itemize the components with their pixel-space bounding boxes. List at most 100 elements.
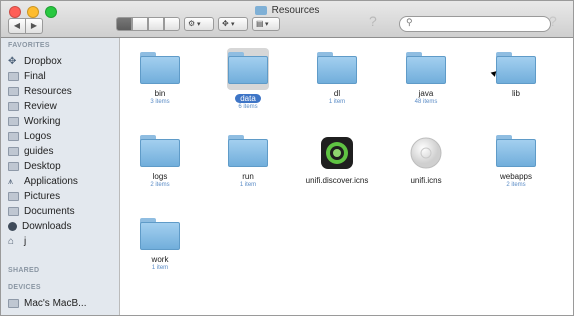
folder-icon <box>8 101 19 111</box>
dropbox-icon: ✥ <box>222 19 229 28</box>
folder-icon <box>228 52 268 84</box>
sidebar-item-label: Applications <box>24 175 78 187</box>
help-icon[interactable]: ? <box>549 13 557 29</box>
window-title: Resources <box>1 5 573 16</box>
file-name: unifi.icns <box>410 176 442 185</box>
file-item-work[interactable]: work 1 item <box>120 218 200 272</box>
forward-button[interactable]: ▶ <box>26 18 43 34</box>
search-icon: ⚲ <box>406 17 413 27</box>
file-item-count: 3 items <box>150 99 170 105</box>
dropbox-icon: ✥ <box>8 55 17 67</box>
chevron-down-icon: ▾ <box>231 21 235 28</box>
chevron-down-icon: ▾ <box>197 21 201 28</box>
folder-icon <box>496 52 536 84</box>
desktop-icon <box>8 161 19 171</box>
sidebar-item-label: Desktop <box>24 160 61 172</box>
window-title-text: Resources <box>271 5 320 16</box>
file-name: bin <box>154 89 166 98</box>
sidebar-item-label: Documents <box>24 205 75 217</box>
file-item-java[interactable]: java 48 items <box>386 52 466 106</box>
file-item-webapps[interactable]: webapps 2 items <box>476 135 556 189</box>
sidebar-item-applications[interactable]: ⩚ Applications <box>8 174 78 188</box>
sidebar-item-final[interactable]: Final <box>8 69 46 83</box>
shared-header: SHARED <box>8 267 40 274</box>
file-item-bin[interactable]: bin 3 items <box>120 52 200 106</box>
file-name: webapps <box>499 172 533 181</box>
sidebar-item-label: Resources <box>24 85 72 97</box>
file-item-run[interactable]: run 1 item <box>208 135 288 189</box>
sidebar-item-label: Logos <box>24 130 52 142</box>
sidebar-item-working[interactable]: Working <box>8 114 61 128</box>
file-item-lib[interactable]: lib <box>476 52 556 98</box>
folder-icon <box>317 52 357 84</box>
dropbox-menu[interactable]: ✥ ▾ <box>218 17 248 31</box>
coverflow-view-button[interactable] <box>164 17 180 31</box>
laptop-icon <box>8 298 19 308</box>
folder-icon <box>140 135 180 167</box>
unifi-discover-icon <box>319 135 355 171</box>
file-item-logs[interactable]: logs 2 items <box>120 135 200 189</box>
sidebar-item-j[interactable]: ⌂ j <box>8 234 26 248</box>
icon-view-button[interactable] <box>116 17 132 31</box>
folder-icon <box>8 131 19 141</box>
file-item-count: 2 items <box>150 182 170 188</box>
file-item-count: 1 item <box>328 99 346 105</box>
sidebar-item-resources[interactable]: Resources <box>8 84 72 98</box>
unifi-device-icon <box>408 135 444 171</box>
nav-buttons: ◀ ▶ <box>8 18 43 34</box>
sidebar-item-desktop[interactable]: Desktop <box>8 159 61 173</box>
back-button[interactable]: ◀ <box>8 18 26 34</box>
file-name: lib <box>511 89 520 98</box>
search-field[interactable]: ⚲ <box>399 16 551 32</box>
sidebar-item-label: Final <box>24 70 46 82</box>
folder-icon <box>8 71 19 81</box>
file-item-unifi-discover-icns[interactable]: unifi.discover.icns <box>297 135 377 185</box>
file-item-count: 48 items <box>414 99 438 105</box>
help-icon[interactable]: ? <box>369 13 377 29</box>
arrange-menu[interactable]: ▤▾ <box>252 17 280 31</box>
sidebar-item-pictures[interactable]: Pictures <box>8 189 60 203</box>
file-item-count: 1 item <box>239 182 257 188</box>
file-name: data <box>235 94 261 103</box>
sidebar-item-label: j <box>24 235 27 247</box>
sidebar-item-label: Review <box>24 100 57 112</box>
file-item-data[interactable]: data 6 items <box>208 48 288 111</box>
sidebar-item-guides[interactable]: guides <box>8 144 53 158</box>
sidebar-item-label: Mac's MacB... <box>24 297 87 309</box>
column-view-button[interactable] <box>148 17 164 31</box>
finder-window: Resources ◀ ▶ ⚙ ▾ ✥ ▾ ▤▾ ? ⚲ ? FAVORITES S… <box>0 0 574 316</box>
home-icon: ⌂ <box>8 235 15 247</box>
sidebar-item-review[interactable]: Review <box>8 99 57 113</box>
sidebar-item-label: Working <box>24 115 61 127</box>
file-name: java <box>418 89 434 98</box>
file-item-count: 1 item <box>151 265 169 271</box>
file-name: dl <box>333 89 341 98</box>
sidebar-item-label: guides <box>24 145 54 157</box>
chevron-down-icon: ▾ <box>265 21 269 28</box>
sidebar-item-label: Dropbox <box>24 55 62 67</box>
folder-icon <box>8 146 19 156</box>
file-name: logs <box>152 172 168 181</box>
downloads-icon <box>8 221 17 231</box>
documents-icon <box>8 206 19 216</box>
file-grid: bin 3 items data 6 items dl 1 item java 48 item… <box>120 38 573 315</box>
gear-icon: ⚙ <box>188 19 196 28</box>
file-item-count: 6 items <box>238 104 258 110</box>
favorites-header: FAVORITES <box>8 42 50 49</box>
file-name: run <box>242 172 254 181</box>
file-name: work <box>151 255 169 264</box>
sidebar-item-documents[interactable]: Documents <box>8 204 75 218</box>
list-view-button[interactable] <box>132 17 148 31</box>
sidebar-item-device[interactable]: Mac's MacB... <box>8 296 86 310</box>
file-item-dl[interactable]: dl 1 item <box>297 52 377 106</box>
file-item-unifi-icns[interactable]: unifi.icns <box>386 135 466 185</box>
folder-icon <box>8 116 19 126</box>
action-menu[interactable]: ⚙ ▾ <box>184 17 214 31</box>
folder-icon <box>496 135 536 167</box>
applications-icon: ⩚ <box>8 175 14 186</box>
file-item-count: 2 items <box>506 182 526 188</box>
folder-icon <box>254 5 267 15</box>
sidebar-item-downloads[interactable]: Downloads <box>8 219 71 233</box>
sidebar-item-logos[interactable]: Logos <box>8 129 51 143</box>
sidebar-item-dropbox[interactable]: ✥ Dropbox <box>8 54 62 68</box>
